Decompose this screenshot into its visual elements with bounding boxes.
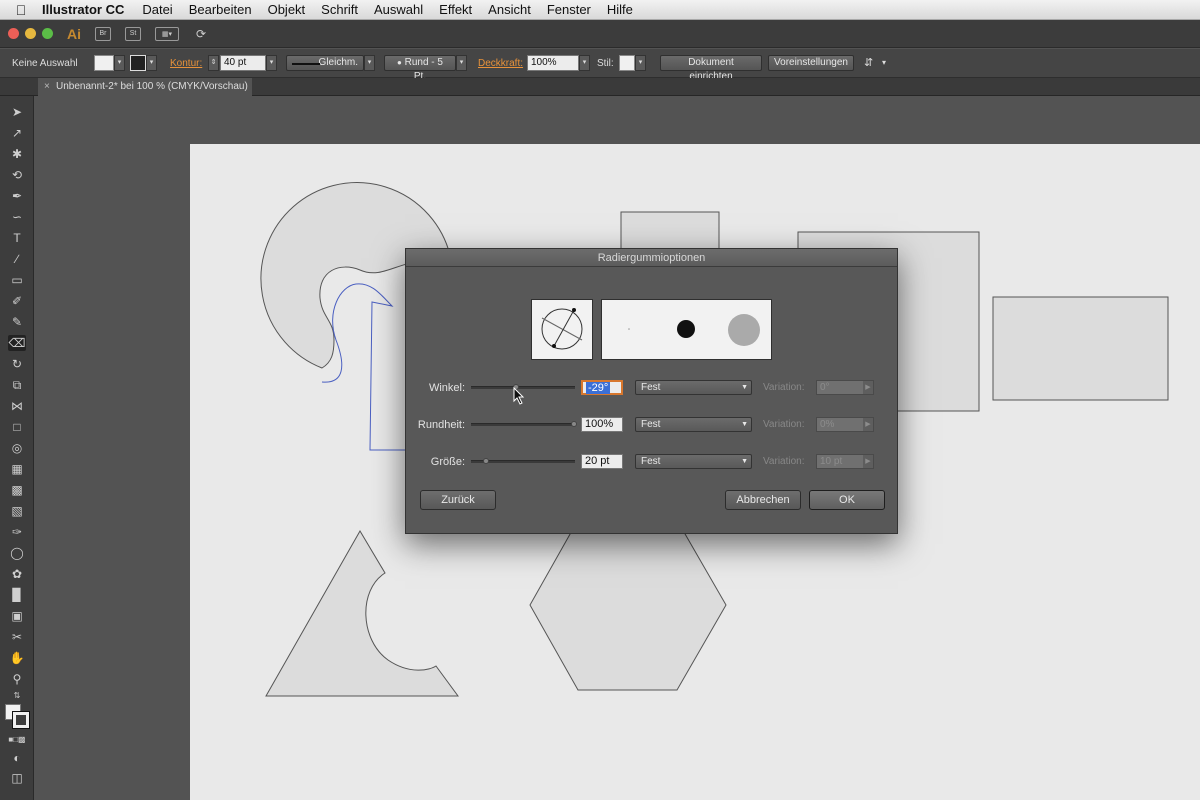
roundness-slider[interactable] (471, 423, 575, 426)
roundness-variation-value: 0% (820, 419, 835, 430)
angle-value: -29° (586, 382, 611, 394)
size-mode-value: Fest (641, 456, 661, 467)
chevron-down-icon: ▼ (741, 384, 748, 391)
roundness-mode-select[interactable]: Fest ▼ (635, 417, 752, 432)
size-variation-value: 10 pt (820, 456, 843, 467)
angle-diagram-icon (541, 308, 583, 350)
small-rectangle-shape[interactable] (620, 211, 720, 253)
brush-size-preview (601, 299, 772, 360)
chevron-right-icon: ▶ (863, 381, 873, 394)
angle-roundness-preview[interactable] (531, 299, 593, 360)
angle-variation-field: 0° ▶ (816, 380, 874, 395)
roundness-slider-thumb[interactable] (571, 421, 577, 427)
angle-field[interactable]: -29° (581, 380, 623, 395)
right-rectangle-shape[interactable] (992, 296, 1169, 401)
chevron-down-icon: ▼ (741, 421, 748, 428)
size-mode-select[interactable]: Fest ▼ (635, 454, 752, 469)
size-label: Größe: (430, 456, 465, 468)
angle-mode-value: Fest (641, 382, 661, 393)
roundness-label: Rundheit: (417, 419, 465, 431)
size-variation-field: 10 pt ▶ (816, 454, 874, 469)
ok-button[interactable]: OK (809, 490, 885, 510)
reset-button[interactable]: Zurück (420, 490, 496, 510)
size-variation-label: Variation: (763, 456, 805, 467)
roundness-mode-value: Fest (641, 419, 661, 430)
angle-variation-label: Variation: (763, 382, 805, 393)
cancel-button[interactable]: Abbrechen (725, 490, 801, 510)
chevron-right-icon: ▶ (863, 418, 873, 431)
chevron-down-icon: ▼ (741, 458, 748, 465)
size-field[interactable]: 20 pt (581, 454, 623, 469)
mouse-cursor-icon (513, 387, 525, 405)
roundness-variation-label: Variation: (763, 419, 805, 430)
eraser-options-dialog: Radiergummioptionen Winkel: -29° Fest ▼ V… (405, 248, 898, 534)
angle-label: Winkel: (428, 382, 465, 394)
erased-triangle-shape[interactable] (265, 530, 459, 697)
hexagon-shape[interactable] (529, 519, 727, 691)
angle-variation-value: 0° (820, 382, 830, 393)
roundness-field[interactable]: 100% (581, 417, 623, 432)
dialog-title: Radiergummioptionen (406, 249, 897, 267)
brush-preview-icon (628, 314, 760, 346)
angle-mode-select[interactable]: Fest ▼ (635, 380, 752, 395)
chevron-right-icon: ▶ (863, 455, 873, 468)
size-slider-thumb[interactable] (483, 458, 489, 464)
roundness-variation-field: 0% ▶ (816, 417, 874, 432)
